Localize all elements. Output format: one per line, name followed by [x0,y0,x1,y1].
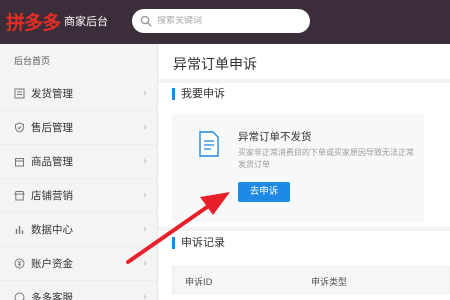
records-table-header: 申诉ID 申诉类型 [172,266,450,294]
chevron-right-icon: › [143,258,147,269]
section-title-my-appeal: 我要申诉 [172,88,225,100]
chevron-right-icon: › [143,88,147,99]
appeal-card: 异常订单不发货 买家非正常消费目的下单或买家原因导致无法正常发货订单 去申诉 [172,114,424,222]
column-header-appeal-type[interactable]: 申诉类型 [311,275,347,288]
logo-brand: 拼多多 [6,11,61,34]
shipping-icon [14,88,25,99]
sidebar-item-label: 售后管理 [31,122,73,134]
sidebar-item-data-center[interactable]: 数据中心 › [0,213,157,247]
sidebar-item-label: 商品管理 [31,156,73,168]
search-input[interactable] [157,16,307,26]
sidebar: 后台首页 发货管理 › 售后管理 › 商品管理 › 店铺营销 › 数据中心 › … [0,44,158,300]
chevron-right-icon: › [143,156,147,167]
shield-icon [15,122,24,133]
divider [158,227,450,231]
page-title: 异常订单申诉 [173,57,257,73]
chevron-right-icon: › [143,292,147,300]
goods-icon [15,158,24,167]
sidebar-home-link[interactable]: 后台首页 [14,54,50,67]
main-content: 异常订单申诉 我要申诉 异常订单不发货 买家非正常消费目的下单或买家原因导致无法… [158,44,450,300]
logo[interactable]: 拼多多 商家后台 [6,8,108,34]
document-icon [199,131,219,157]
divider [158,79,450,83]
sidebar-item-label: 多多客服 [31,292,73,300]
chevron-right-icon: › [143,122,147,133]
yen-icon [14,258,25,269]
sidebar-item-shipping[interactable]: 发货管理 › [0,77,157,111]
search-box[interactable] [132,9,310,33]
top-bar: 拼多多 商家后台 [0,0,450,44]
sidebar-item-goods[interactable]: 商品管理 › [0,145,157,179]
sidebar-item-store-marketing[interactable]: 店铺营销 › [0,179,157,213]
sidebar-item-account-funds[interactable]: 账户资金 › [0,247,157,281]
chart-icon [15,226,24,234]
chevron-right-icon: › [143,190,147,201]
sidebar-item-label: 发货管理 [31,88,73,100]
card-description: 买家非正常消费目的下单或买家原因导致无法正常发货订单 [238,148,414,169]
sidebar-item-label: 数据中心 [31,224,73,236]
service-icon [14,292,25,300]
card-title: 异常订单不发货 [238,131,312,143]
search-icon [140,15,152,27]
section-title-appeal-records: 申诉记录 [172,237,225,249]
go-appeal-button[interactable]: 去申诉 [238,182,290,202]
sidebar-item-customer-service[interactable]: 多多客服 › [0,281,157,300]
column-header-appeal-id[interactable]: 申诉ID [185,275,213,288]
sidebar-item-after-sales[interactable]: 售后管理 › [0,111,157,145]
sidebar-item-label: 账户资金 [31,258,73,270]
store-icon [14,191,25,201]
sidebar-item-label: 店铺营销 [31,190,73,202]
logo-subtitle: 商家后台 [64,15,109,28]
chevron-right-icon: › [143,224,147,235]
